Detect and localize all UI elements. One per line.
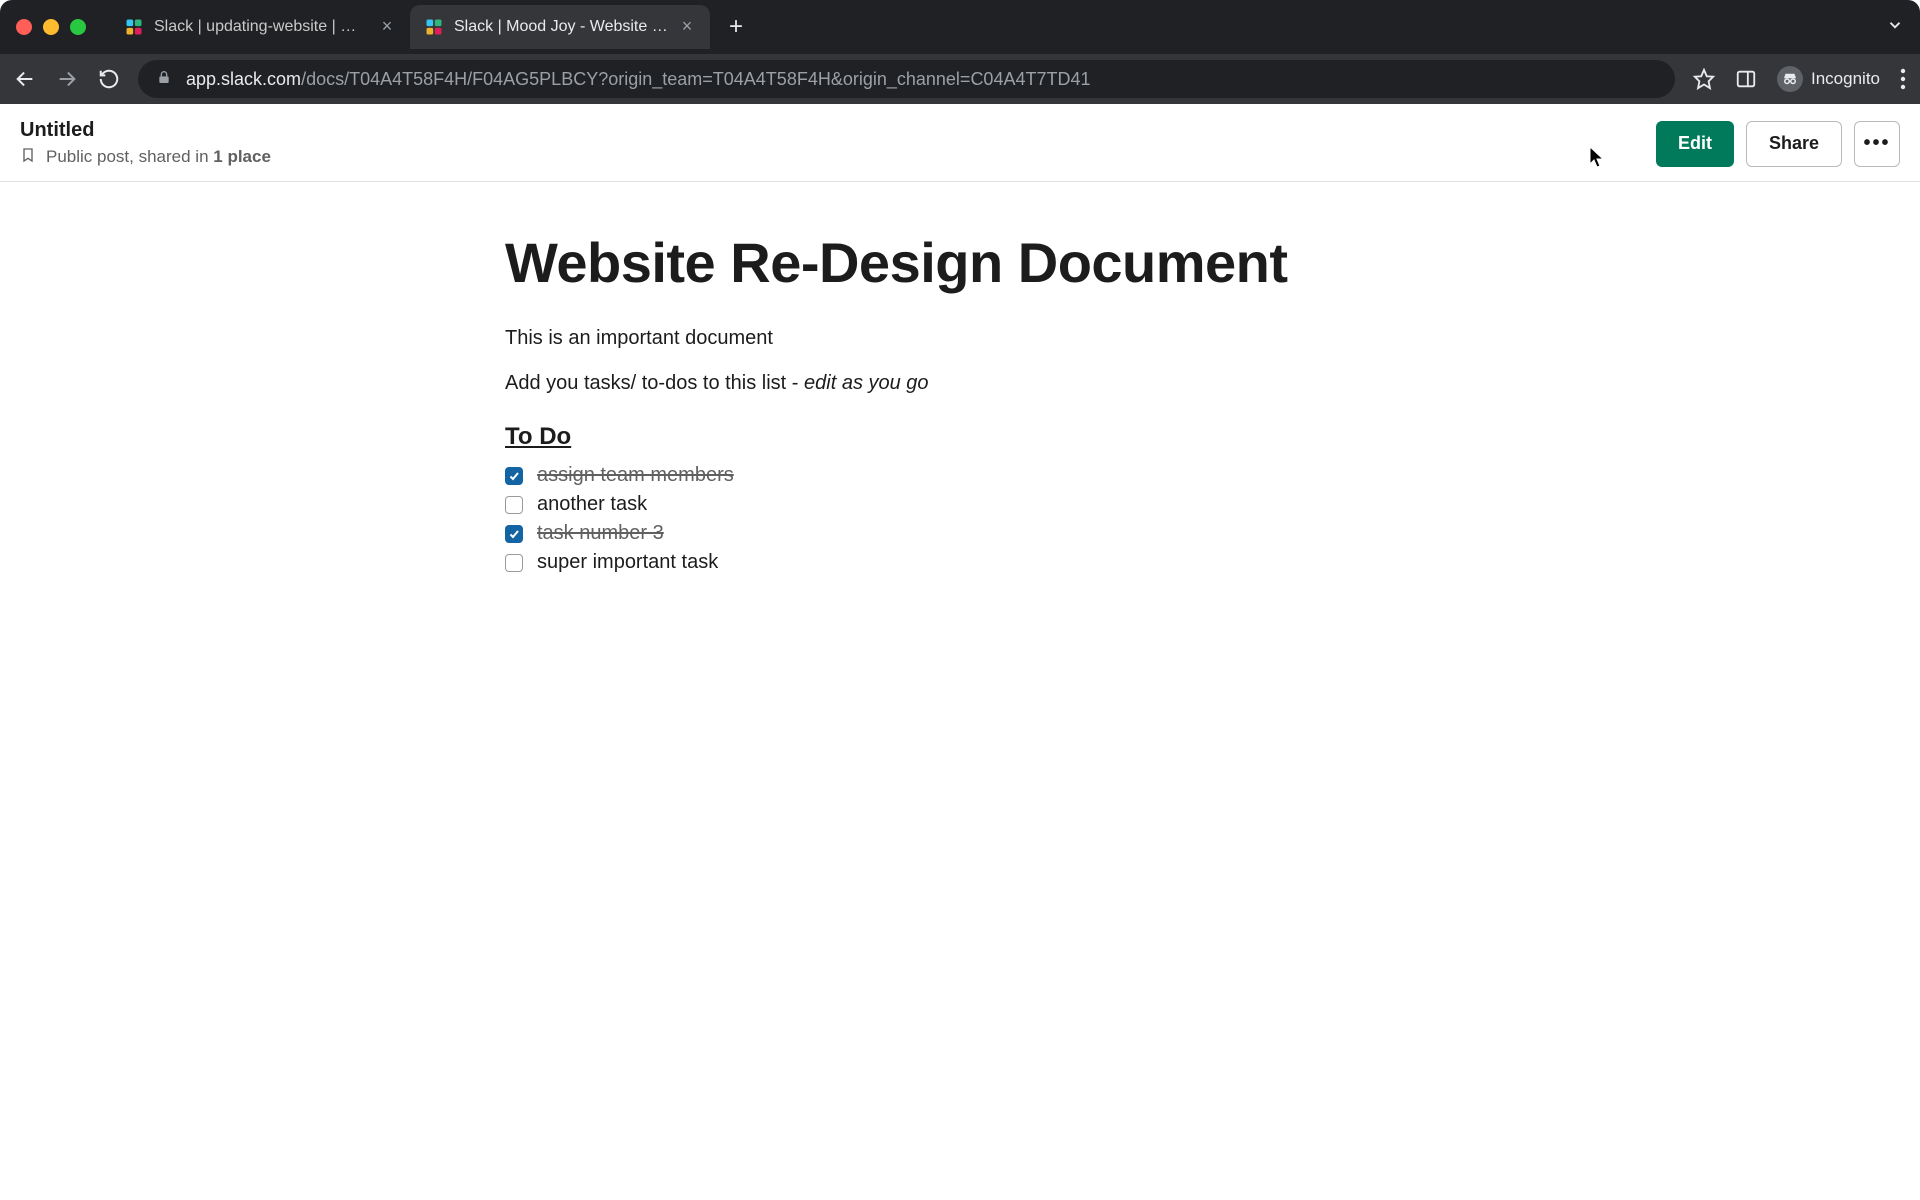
browser-tabs: Slack | updating-website | Moo × Slack |… <box>110 5 1904 49</box>
new-tab-button[interactable]: + <box>722 13 750 41</box>
todo-list: assign team members another task task num… <box>505 461 1325 577</box>
document-paragraph: This is an important document <box>505 327 1325 350</box>
url-input[interactable]: app.slack.com/docs/T04A4T58F4H/F04AG5PLB… <box>138 60 1675 98</box>
bookmark-star-icon[interactable] <box>1693 68 1715 90</box>
forward-button[interactable] <box>56 68 78 90</box>
subtitle-count: 1 place <box>213 147 271 166</box>
incognito-label: Incognito <box>1811 69 1880 89</box>
share-button[interactable]: Share <box>1746 121 1842 167</box>
lock-icon <box>156 69 172 90</box>
browser-tab[interactable]: Slack | Mood Joy - Website Re × <box>410 5 710 49</box>
kebab-menu-icon[interactable] <box>1900 68 1906 90</box>
paragraph-prefix: Add you tasks/ to-dos to this list - <box>505 372 804 394</box>
titlebar: Slack | updating-website | Moo × Slack |… <box>0 0 1920 54</box>
window-close-button[interactable] <box>16 19 32 35</box>
slack-favicon-icon <box>424 17 444 37</box>
browser-chrome: Slack | updating-website | Moo × Slack |… <box>0 0 1920 104</box>
todo-text: another task <box>537 493 647 516</box>
toolbar-right: Incognito <box>1693 66 1906 92</box>
address-bar: app.slack.com/docs/T04A4T58F4H/F04AG5PLB… <box>0 54 1920 104</box>
todo-checkbox[interactable] <box>505 525 523 543</box>
post-header: Untitled Public post, shared in 1 place … <box>0 104 1920 182</box>
slack-favicon-icon <box>124 17 144 37</box>
back-button[interactable] <box>14 68 36 90</box>
window-maximize-button[interactable] <box>70 19 86 35</box>
subtitle-prefix: Public post, shared in <box>46 147 213 166</box>
todo-text: task number 3 <box>537 522 664 545</box>
todo-heading: To Do <box>505 423 1325 451</box>
todo-item: super important task <box>505 548 1325 577</box>
side-panel-icon[interactable] <box>1735 68 1757 90</box>
window-minimize-button[interactable] <box>43 19 59 35</box>
post-window-title: Untitled <box>20 119 271 142</box>
document-paragraph: Add you tasks/ to-dos to this list - edi… <box>505 372 1325 395</box>
paragraph-italic: edit as you go <box>804 372 929 394</box>
todo-checkbox[interactable] <box>505 467 523 485</box>
browser-tab[interactable]: Slack | updating-website | Moo × <box>110 5 410 49</box>
reload-button[interactable] <box>98 68 120 90</box>
todo-text: super important task <box>537 551 718 574</box>
todo-text: assign team members <box>537 464 734 487</box>
incognito-badge[interactable]: Incognito <box>1777 66 1880 92</box>
edit-button[interactable]: Edit <box>1656 121 1734 167</box>
post-header-actions: Edit Share ••• <box>1656 121 1900 167</box>
document-body: Website Re-Design Document This is an im… <box>505 230 1325 577</box>
todo-item: task number 3 <box>505 519 1325 548</box>
bookmark-icon[interactable] <box>20 146 36 169</box>
tabs-dropdown-icon[interactable] <box>1886 16 1904 39</box>
todo-item: another task <box>505 490 1325 519</box>
tab-title: Slack | Mood Joy - Website Re <box>454 18 668 36</box>
window-controls <box>16 19 86 35</box>
nav-controls <box>14 68 120 90</box>
tab-close-icon[interactable]: × <box>378 18 396 36</box>
incognito-icon <box>1777 66 1803 92</box>
tab-close-icon[interactable]: × <box>678 18 696 36</box>
tab-title: Slack | updating-website | Moo <box>154 18 368 36</box>
todo-checkbox[interactable] <box>505 554 523 572</box>
more-actions-button[interactable]: ••• <box>1854 121 1900 167</box>
todo-item: assign team members <box>505 461 1325 490</box>
url-text: app.slack.com/docs/T04A4T58F4H/F04AG5PLB… <box>186 69 1091 90</box>
post-subtitle: Public post, shared in 1 place <box>20 146 271 169</box>
todo-checkbox[interactable] <box>505 496 523 514</box>
post-header-left: Untitled Public post, shared in 1 place <box>20 119 271 169</box>
document-title: Website Re-Design Document <box>505 230 1325 295</box>
